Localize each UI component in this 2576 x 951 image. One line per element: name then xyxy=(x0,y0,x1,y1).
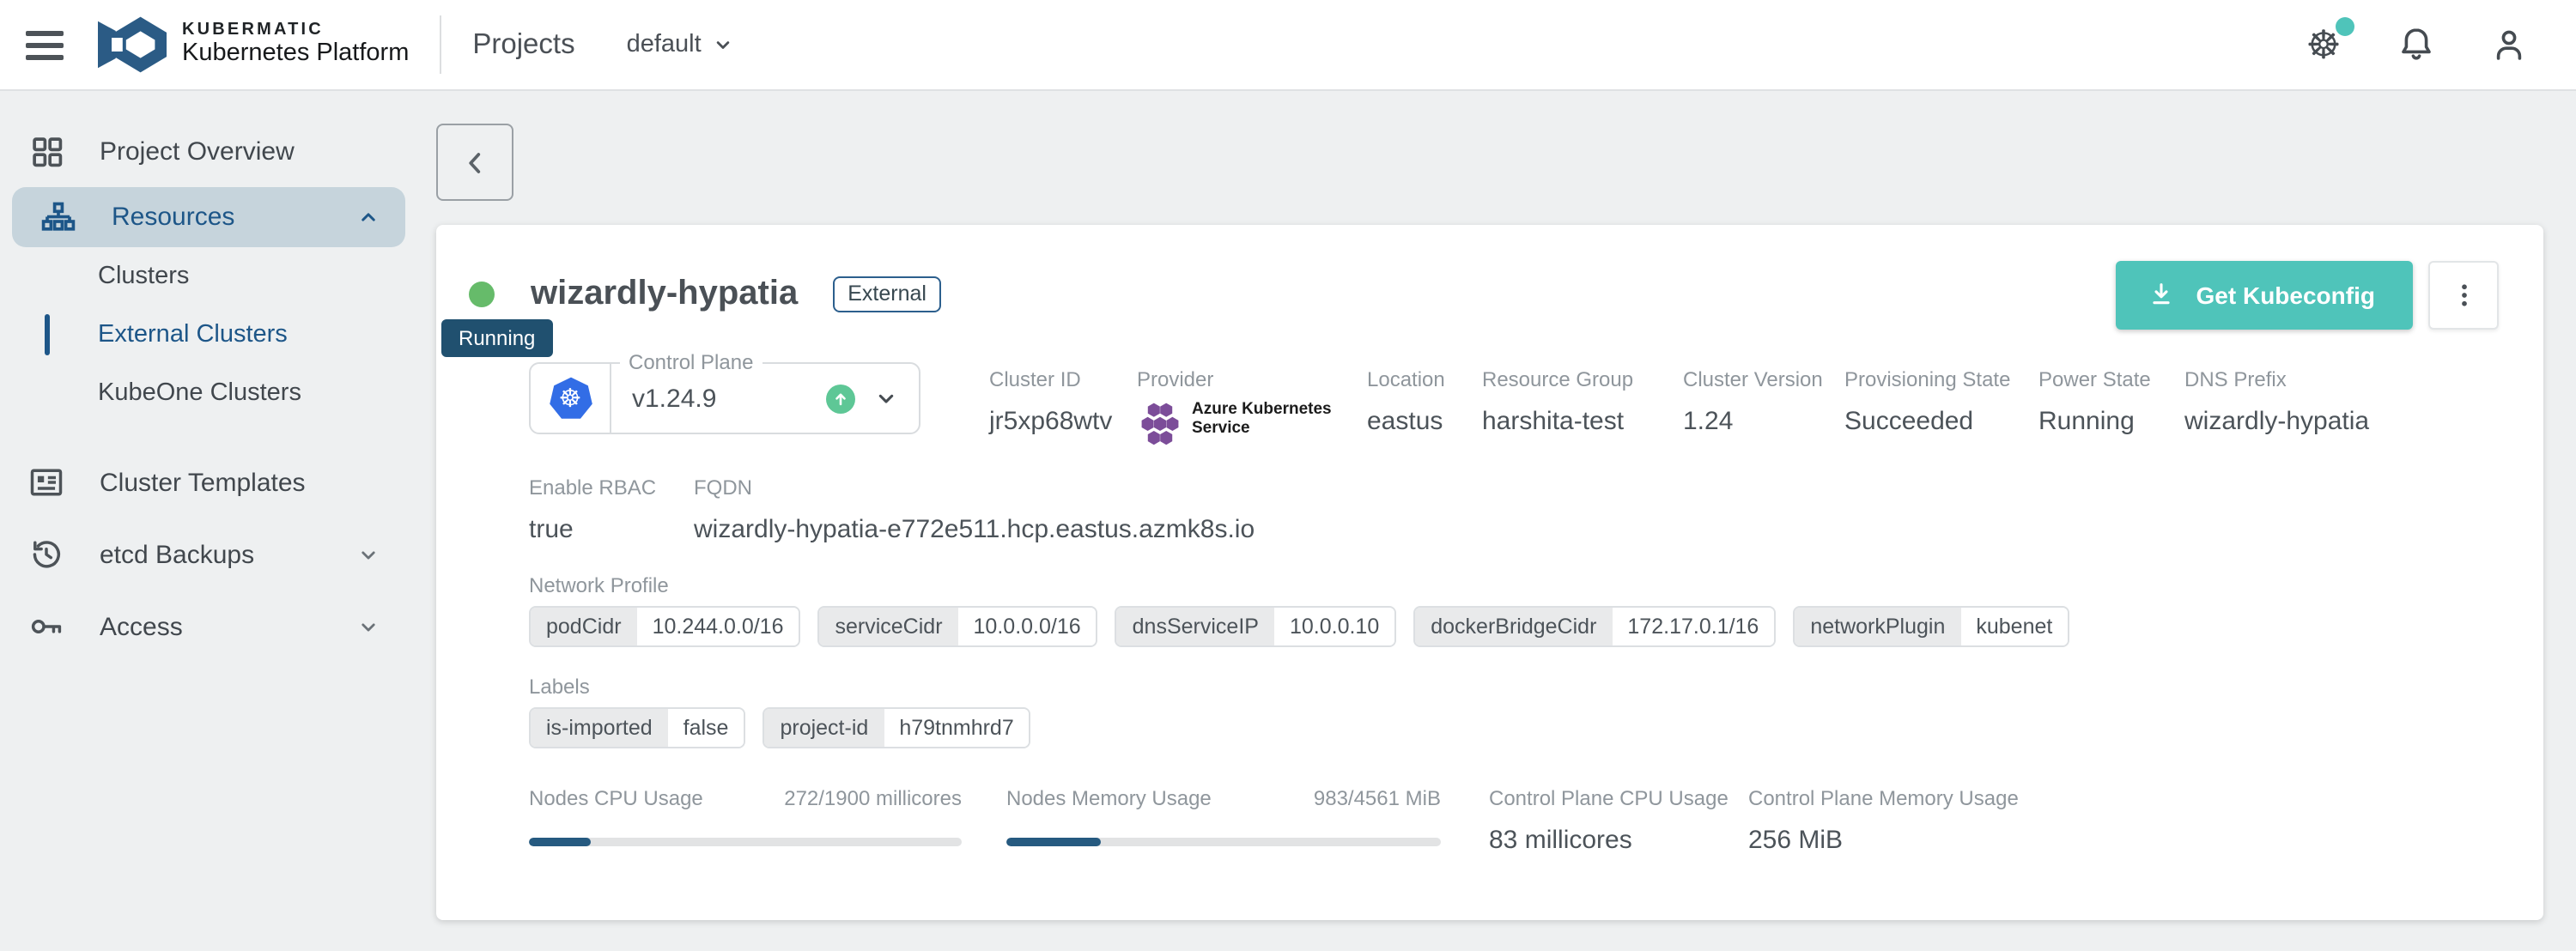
cluster-detail-card: wizardly-hypatia External Get Kubeconfig xyxy=(436,225,2543,920)
kubernetes-icon: ☸ xyxy=(531,364,611,433)
notification-badge-dot xyxy=(2336,17,2354,36)
control-plane-version: v1.24.9 xyxy=(632,384,716,413)
sidebar-item-project-overview[interactable]: Project Overview xyxy=(0,115,405,187)
chevron-left-icon xyxy=(458,145,492,179)
field-cluster-version: Cluster Version 1.24 xyxy=(1683,362,1844,446)
vertical-dots-icon xyxy=(2448,279,2479,310)
aks-provider-icon xyxy=(1137,400,1183,446)
field-power-state: Power State Running xyxy=(2038,362,2184,446)
kubermatic-logo[interactable]: KUBERMATIC Kubernetes Platform xyxy=(98,12,409,77)
back-button[interactable] xyxy=(436,124,513,201)
provider-name: Azure Kubernetes Service xyxy=(1192,400,1350,439)
sidebar-item-external-clusters[interactable]: External Clusters xyxy=(0,306,405,364)
upgrade-available-icon[interactable] xyxy=(826,384,855,413)
download-icon xyxy=(2147,280,2176,309)
chevron-down-icon xyxy=(712,33,736,57)
kubermatic-logo-icon xyxy=(98,12,167,77)
get-kubeconfig-button[interactable]: Get Kubeconfig xyxy=(2116,260,2413,329)
sidebar: Project Overview Resources Clusters xyxy=(0,91,405,951)
labels-section: Labels is-importedfalse project-idh79tnm… xyxy=(529,675,1031,748)
network-profile-section: Network Profile podCidr10.244.0.0/16 ser… xyxy=(529,573,2069,647)
cluster-name: wizardly-hypatia xyxy=(531,275,798,314)
user-menu-icon[interactable] xyxy=(2483,19,2535,70)
project-selector-value: default xyxy=(627,31,702,58)
field-provider: Provider Azure Kubernete xyxy=(1137,362,1367,446)
sidebar-item-cluster-templates[interactable]: Cluster Templates xyxy=(0,446,405,518)
field-dns-prefix: DNS Prefix wizardly-hypatia xyxy=(2184,362,2369,446)
control-plane-memory-usage: Control Plane Memory Usage 256 MiB xyxy=(1748,786,2008,855)
control-plane-version-select[interactable]: Control Plane ☸ v1.24.9 xyxy=(529,362,920,434)
menu-icon[interactable] xyxy=(26,30,64,59)
field-provisioning-state: Provisioning State Succeeded xyxy=(1844,362,2038,446)
announcements-icon[interactable]: ☸ xyxy=(2298,19,2349,70)
status-tooltip: Running xyxy=(441,319,552,357)
control-plane-cpu-usage: Control Plane CPU Usage 83 millicores xyxy=(1489,786,1748,855)
chevron-down-icon xyxy=(872,385,900,412)
chevron-down-icon xyxy=(355,614,381,639)
sidebar-item-clusters[interactable]: Clusters xyxy=(0,247,405,306)
history-icon xyxy=(27,536,65,573)
header-divider xyxy=(440,15,441,74)
field-enable-rbac: Enable RBAC true xyxy=(529,476,694,544)
chip-dockerbridgecidr: dockerBridgeCidr172.17.0.1/16 xyxy=(1413,606,1776,647)
nodes-memory-progressbar xyxy=(1006,838,1441,846)
sidebar-item-kubeone-clusters[interactable]: KubeOne Clusters xyxy=(0,364,405,422)
sitemap-icon xyxy=(39,198,77,236)
chip-podcidr: podCidr10.244.0.0/16 xyxy=(529,606,801,647)
nodes-cpu-usage: Nodes CPU Usage272/1900 millicores xyxy=(529,786,962,855)
cluster-status-dot xyxy=(469,282,495,307)
chip-project-id: project-idh79tnmhrd7 xyxy=(762,707,1030,748)
nodes-cpu-progressbar xyxy=(529,838,962,846)
brand-subtitle: Kubernetes Platform xyxy=(182,40,409,69)
brand-name: KUBERMATIC xyxy=(182,21,409,40)
chip-networkplugin: networkPluginkubenet xyxy=(1793,606,2069,647)
chip-servicecidr: serviceCidr10.0.0.0/16 xyxy=(818,606,1098,647)
active-indicator-bar xyxy=(45,314,50,355)
template-card-icon xyxy=(27,463,65,501)
main-content: wizardly-hypatia External Get Kubeconfig xyxy=(405,91,2576,951)
field-cluster-id: Cluster ID jr5xp68wtv xyxy=(989,362,1137,446)
kubermatic-app: KUBERMATIC Kubernetes Platform Projects … xyxy=(0,0,2576,949)
sidebar-item-resources[interactable]: Resources xyxy=(12,187,405,247)
project-selector[interactable]: default xyxy=(627,31,736,58)
sidebar-item-etcd-backups[interactable]: etcd Backups xyxy=(0,518,405,591)
chip-dnsserviceip: dnsServiceIP10.0.0.10 xyxy=(1115,606,1397,647)
nodes-memory-usage: Nodes Memory Usage983/4561 MiB xyxy=(1006,786,1441,855)
dashboard-icon xyxy=(27,132,65,170)
field-location: Location eastus xyxy=(1367,362,1482,446)
projects-nav[interactable]: Projects xyxy=(472,28,574,61)
external-badge: External xyxy=(832,276,942,312)
more-actions-button[interactable] xyxy=(2428,260,2499,329)
chevron-down-icon xyxy=(355,542,381,567)
notifications-bell-icon[interactable] xyxy=(2391,19,2442,70)
field-resource-group: Resource Group harshita-test xyxy=(1482,362,1683,446)
sidebar-item-access[interactable]: Access xyxy=(0,591,405,663)
key-icon xyxy=(27,608,65,645)
chip-is-imported: is-importedfalse xyxy=(529,707,745,748)
app-header: KUBERMATIC Kubernetes Platform Projects … xyxy=(0,0,2576,91)
field-fqdn: FQDN wizardly-hypatia-e772e511.hcp.eastu… xyxy=(694,476,1255,544)
control-plane-label: Control Plane xyxy=(620,350,762,374)
chevron-up-icon xyxy=(355,204,381,230)
